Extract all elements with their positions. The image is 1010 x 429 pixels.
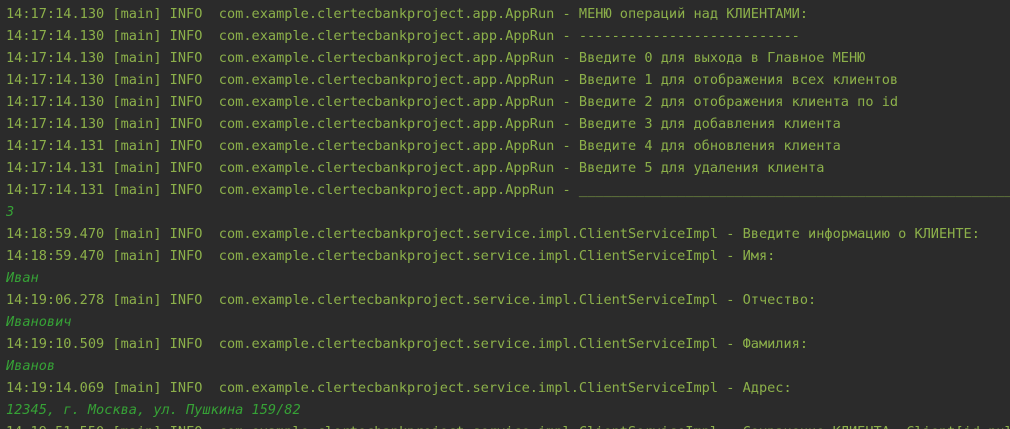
user-input-line: Иванович: [6, 314, 72, 330]
log-line: 14:17:14.131 [main] INFO com.example.cle…: [6, 160, 825, 176]
console-output[interactable]: 14:17:14.130 [main] INFO com.example.cle…: [0, 0, 1010, 429]
user-input-line: Иван: [6, 270, 39, 286]
log-line: 14:17:14.131 [main] INFO com.example.cle…: [6, 182, 1010, 198]
user-input-line: 3: [6, 204, 15, 220]
log-line: 14:17:14.130 [main] INFO com.example.cle…: [6, 94, 899, 110]
log-line: 14:17:14.130 [main] INFO com.example.cle…: [6, 28, 800, 44]
log-line: 14:17:14.130 [main] INFO com.example.cle…: [6, 72, 899, 88]
log-line: 14:19:51.550 [main] INFO com.example.cle…: [6, 421, 1010, 429]
log-line: 14:17:14.130 [main] INFO com.example.cle…: [6, 6, 809, 22]
log-line: 14:18:59.470 [main] INFO com.example.cle…: [6, 248, 776, 264]
log-line: 14:18:59.470 [main] INFO com.example.cle…: [6, 226, 980, 242]
user-input-line: 12345, г. Москва, ул. Пушкина 159/82: [6, 402, 301, 418]
log-line: 14:17:14.131 [main] INFO com.example.cle…: [6, 138, 841, 154]
log-line: 14:19:14.069 [main] INFO com.example.cle…: [6, 380, 792, 396]
user-input-line: Иванов: [6, 358, 56, 374]
log-line: 14:17:14.130 [main] INFO com.example.cle…: [6, 116, 841, 132]
log-line: 14:17:14.130 [main] INFO com.example.cle…: [6, 50, 866, 66]
log-line: 14:19:10.509 [main] INFO com.example.cle…: [6, 336, 809, 352]
log-line: 14:19:06.278 [main] INFO com.example.cle…: [6, 292, 817, 308]
